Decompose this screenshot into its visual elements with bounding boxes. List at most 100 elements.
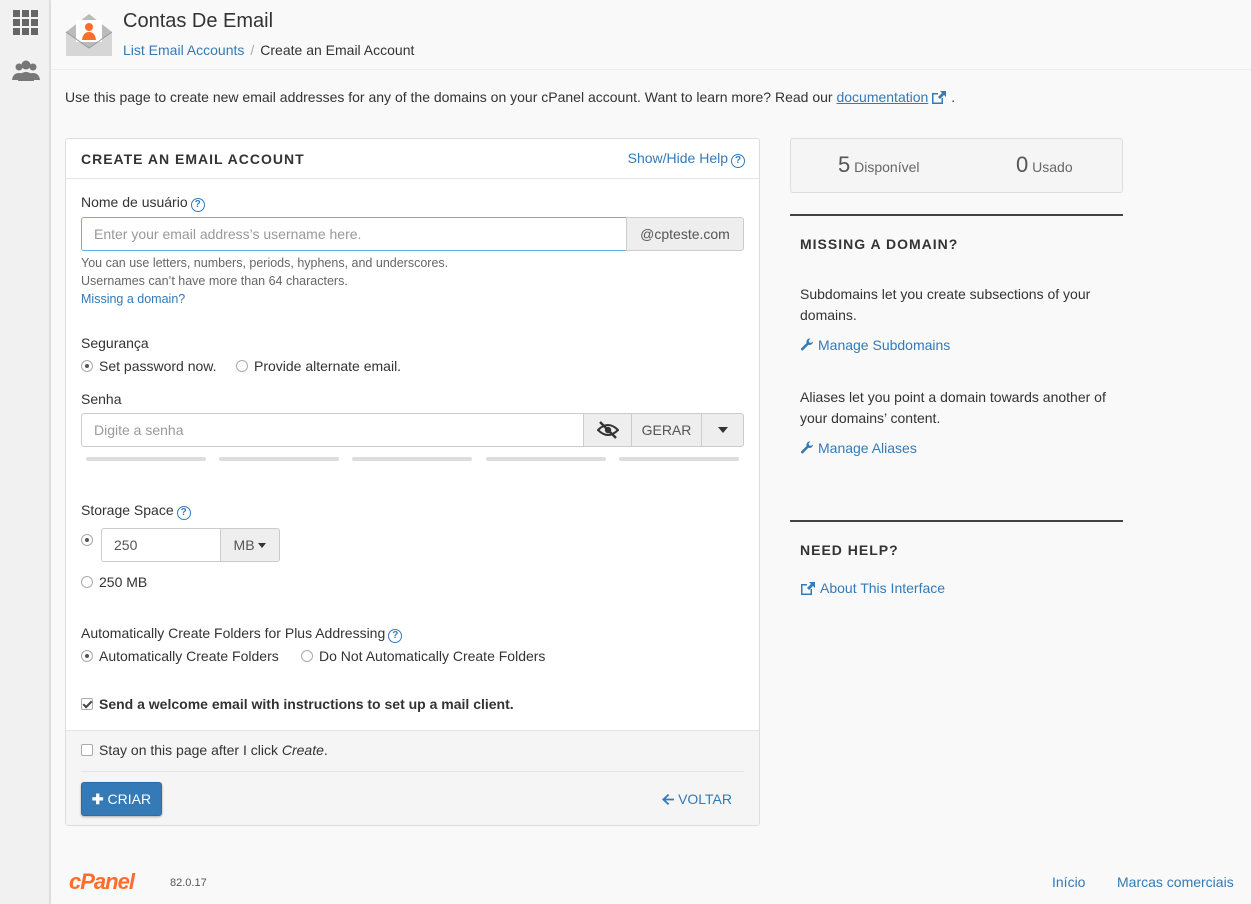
footer-divider (81, 771, 744, 772)
strength-segment-4 (486, 457, 606, 461)
users-icon[interactable] (11, 56, 41, 86)
username-input[interactable] (81, 217, 627, 251)
available-label: Disponível (854, 159, 920, 175)
sidebar (0, 0, 50, 904)
username-help-icon[interactable]: ? (190, 198, 205, 212)
generate-password-button[interactable]: GERAR (631, 413, 702, 447)
intro-sentence: Use this page to create new email addres… (65, 89, 837, 105)
username-hint-chars: You can use letters, numbers, periods, h… (81, 256, 449, 270)
storage-option-default[interactable]: 250 MB (81, 574, 147, 590)
caret-down-icon (258, 543, 267, 548)
main-content: Contas De Email List Email Accounts / Crea… (51, 0, 1251, 904)
arrow-left-icon (662, 794, 675, 805)
card-footer: Stay on this page after I click Create. … (66, 730, 759, 825)
about-interface-label: About This Interface (820, 580, 946, 596)
card-header: CREATE AN EMAIL ACCOUNT Show/Hide Help? (66, 139, 759, 179)
home-link[interactable]: Início (1052, 874, 1085, 890)
plus-option-auto[interactable]: Automatically Create Folders (81, 648, 279, 664)
cpanel-logo[interactable]: cPanel (69, 869, 135, 895)
external-link-icon (932, 91, 947, 104)
manage-aliases-label: Manage Aliases (818, 440, 917, 456)
password-label: Senha (81, 391, 122, 407)
radio-set-now[interactable] (81, 360, 93, 372)
card-title: CREATE AN EMAIL ACCOUNT (81, 151, 305, 167)
strength-segment-2 (219, 457, 339, 461)
password-input-group: GERAR (81, 413, 744, 447)
missing-domain-panel: MISSING A DOMAIN? Subdomains let you cre… (790, 214, 1123, 504)
storage-label-text: Storage Space (81, 502, 174, 518)
username-hint-length: Usernames can’t have more than 64 charac… (81, 274, 348, 288)
email-accounts-icon (65, 14, 113, 56)
toggle-visibility-button[interactable] (583, 413, 632, 447)
storage-unit-label: MB (233, 537, 255, 553)
need-help-panel: NEED HELP? About This Interface (790, 520, 1123, 610)
available-stat: 5 Disponível (838, 152, 920, 178)
documentation-link[interactable]: documentation (836, 89, 928, 105)
radio-storage-default[interactable] (81, 576, 93, 588)
breadcrumb-current: Create an Email Account (260, 42, 415, 58)
welcome-email-label: Send a welcome email with instructions t… (99, 696, 514, 712)
create-button[interactable]: ✚ CRIAR (81, 782, 162, 816)
generate-options-dropdown[interactable] (701, 413, 744, 447)
stay-on-page-emphasis: Create (281, 742, 324, 758)
welcome-email-checkbox[interactable] (81, 698, 93, 710)
breadcrumb-list-email-accounts[interactable]: List Email Accounts (123, 42, 244, 58)
plus-option-no[interactable]: Do Not Automatically Create Folders (301, 648, 545, 664)
stay-on-page-end: . (323, 742, 328, 758)
auto-folders-label: Automatically Create Folders (99, 648, 279, 664)
storage-default-label: 250 MB (99, 574, 148, 590)
show-hide-help-link[interactable]: Show/Hide Help? (628, 150, 745, 168)
strength-segment-5 (619, 457, 739, 461)
storage-unit-dropdown[interactable]: MB (220, 528, 280, 562)
subdomains-text: Subdomains let you create subsections of… (800, 286, 1091, 323)
radio-storage-custom[interactable] (81, 534, 93, 546)
external-link-icon (801, 582, 815, 595)
missing-domain-title: MISSING A DOMAIN? (800, 236, 959, 252)
stay-on-page-label: Stay on this page after I click (99, 742, 282, 758)
plus-addressing-help-icon[interactable]: ? (388, 629, 403, 643)
stay-on-page-option[interactable]: Stay on this page after I click Create. (81, 742, 328, 758)
caret-down-icon (717, 427, 728, 433)
domain-addon[interactable]: @cpteste.com (626, 217, 744, 251)
intro-end: . (951, 89, 956, 105)
storage-input-group: MB (101, 528, 281, 562)
storage-custom-radio-wrap[interactable] (81, 532, 99, 548)
missing-domain-link[interactable]: Missing a domain? (81, 292, 185, 306)
create-button-label: CRIAR (107, 791, 152, 807)
manage-subdomains-link[interactable]: Manage Subdomains (800, 337, 950, 353)
storage-label: Storage Space? (81, 502, 191, 520)
radio-auto-folders[interactable] (81, 650, 93, 662)
security-option-alternate[interactable]: Provide alternate email. (236, 358, 401, 374)
stay-on-page-checkbox[interactable] (81, 744, 93, 756)
apps-grid-icon[interactable] (11, 8, 41, 38)
version-number: 82.0.17 (170, 877, 207, 889)
page-header: Contas De Email List Email Accounts / Crea… (51, 0, 1251, 70)
storage-help-icon[interactable]: ? (176, 506, 191, 520)
create-email-card: CREATE AN EMAIL ACCOUNT Show/Hide Help? … (65, 138, 760, 826)
manage-subdomains-label: Manage Subdomains (818, 337, 951, 353)
password-input[interactable] (81, 413, 584, 447)
welcome-email-option[interactable]: Send a welcome email with instructions t… (81, 696, 514, 712)
manage-aliases-link[interactable]: Manage Aliases (800, 440, 917, 456)
intro-text: Use this page to create new email addres… (65, 89, 955, 105)
username-label: Nome de usuário? (81, 194, 205, 212)
show-hide-help-label: Show/Hide Help (627, 150, 728, 166)
help-icon: ? (731, 154, 745, 168)
radio-alternate-email[interactable] (236, 360, 248, 372)
strength-segment-1 (86, 457, 206, 461)
no-auto-folders-label: Do Not Automatically Create Folders (319, 648, 546, 664)
about-interface-link[interactable]: About This Interface (800, 580, 945, 596)
used-label: Usado (1032, 159, 1073, 175)
radio-no-auto-folders[interactable] (301, 650, 313, 662)
username-label-text: Nome de usuário (81, 194, 188, 210)
aliases-text: Aliases let you point a domain towards a… (800, 389, 1106, 426)
storage-quota-input[interactable] (101, 528, 221, 562)
plus-addressing-label: Automatically Create Folders for Plus Ad… (81, 625, 403, 643)
back-link[interactable]: VOLTAR (662, 791, 732, 807)
strength-segment-3 (352, 457, 472, 461)
page-title: Contas De Email (123, 10, 274, 32)
security-option-set-now[interactable]: Set password now. (81, 358, 217, 374)
used-count: 0 (1016, 152, 1029, 177)
trademarks-link[interactable]: Marcas comerciais (1117, 874, 1234, 890)
need-help-title: NEED HELP? (800, 542, 899, 558)
